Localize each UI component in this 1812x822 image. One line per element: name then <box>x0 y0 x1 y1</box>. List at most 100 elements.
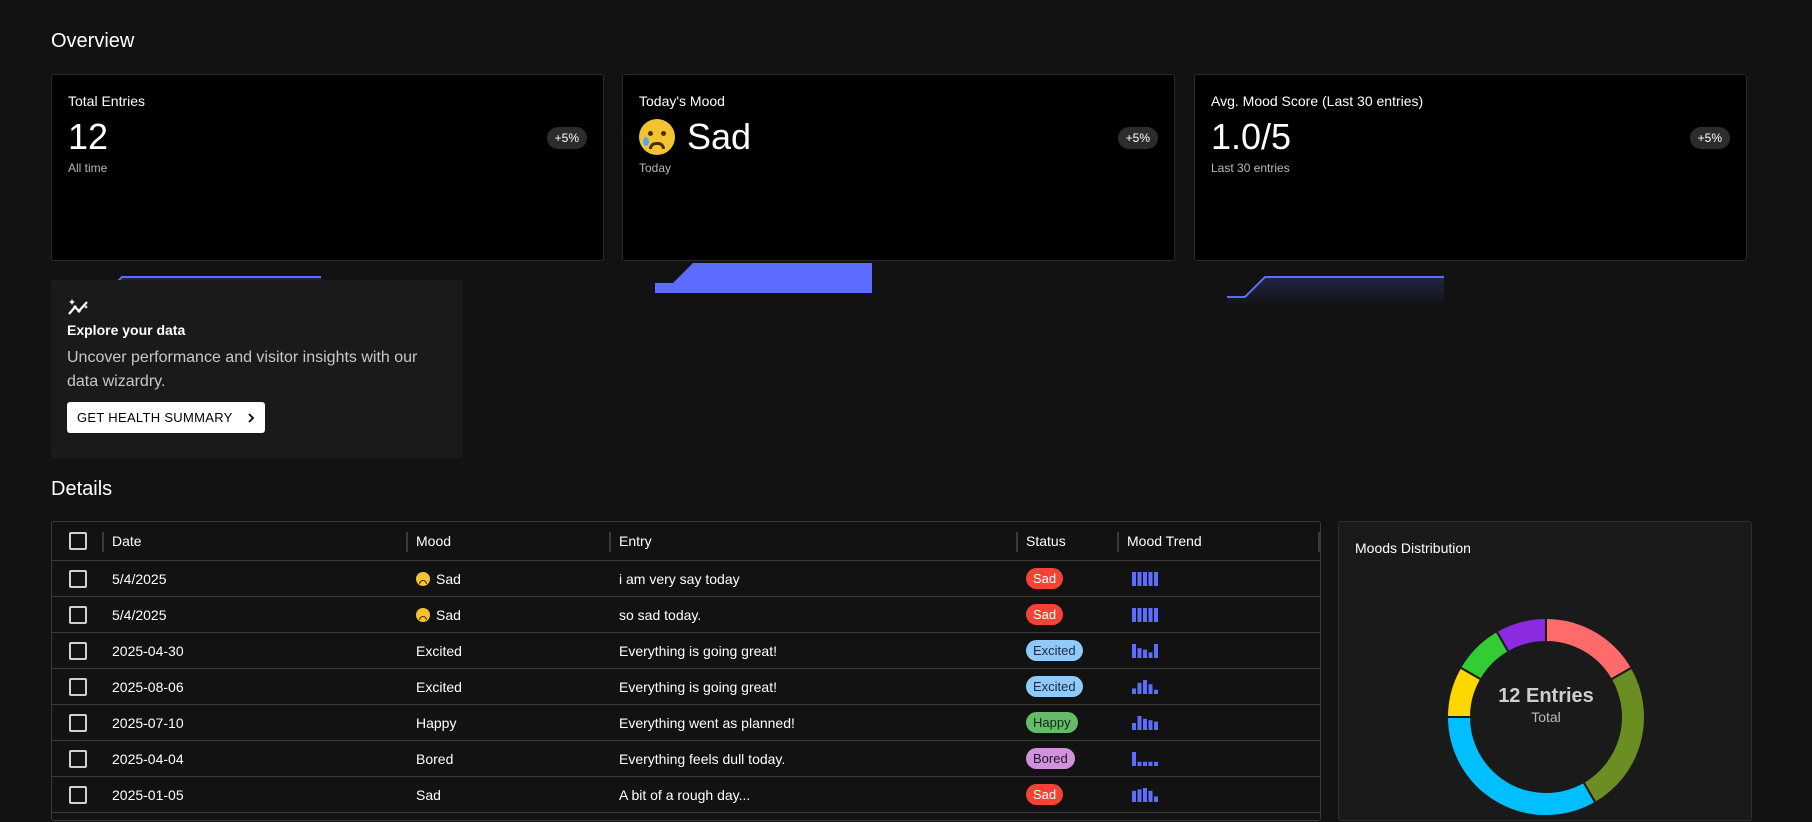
entry-cell: Everything is going great! <box>619 678 777 695</box>
mood-trend-cell <box>1132 561 1162 596</box>
mood-trend-cell <box>1132 705 1162 740</box>
trend-badge: +5% <box>1689 127 1730 149</box>
status-cell: Happy <box>1026 705 1078 740</box>
mood-trend-cell <box>1132 669 1162 704</box>
column-header-status[interactable]: Status <box>1026 522 1066 560</box>
mood-text: Sad <box>416 786 441 803</box>
mood-trend-sparkbars <box>1132 607 1158 622</box>
mood-text: Bored <box>416 750 454 767</box>
table-row[interactable]: 5/4/2025 Sad i am very say today Sad <box>52 561 1320 597</box>
donut-segment[interactable] <box>1545 616 1634 681</box>
trend-bar <box>1154 721 1158 730</box>
row-checkbox[interactable] <box>69 569 87 588</box>
row-checkbox[interactable] <box>69 677 87 696</box>
status-cell: Sad <box>1026 597 1064 632</box>
row-checkbox[interactable] <box>69 785 87 804</box>
status-badge: Happy <box>1026 712 1078 733</box>
row-checkbox[interactable] <box>69 605 87 624</box>
trend-bar <box>1137 647 1142 658</box>
mood-text: Sad <box>436 570 461 587</box>
trend-bar <box>1137 788 1142 802</box>
mood-cell: Sad <box>416 561 461 596</box>
card-subtitle: Last 30 entries <box>1211 161 1290 175</box>
table-row[interactable]: 2025-04-04 Bored Everything feels dull tod… <box>52 741 1320 777</box>
table-row[interactable]: 5/4/2025 Sad so sad today. Sad <box>52 597 1320 633</box>
mood-trend-sparkbars <box>1132 679 1158 694</box>
sparkline-chart <box>1227 276 1444 307</box>
trend-bar <box>1132 643 1136 658</box>
get-health-summary-button[interactable]: GET HEALTH SUMMARY <box>67 402 265 433</box>
trend-bar <box>1154 607 1158 622</box>
trend-badge: +5% <box>1117 127 1158 149</box>
status-badge: Sad <box>1026 604 1064 625</box>
sparkline-chart <box>655 263 872 293</box>
sad-face-icon <box>416 571 430 586</box>
trend-bar <box>1137 715 1142 730</box>
explore-description: Uncover performance and visitor insights… <box>67 349 418 390</box>
row-checkbox[interactable] <box>69 713 87 732</box>
trend-bar <box>1154 689 1158 694</box>
trend-bar <box>1154 571 1158 586</box>
card-value-text: Sad <box>687 116 752 157</box>
trend-bar <box>1148 571 1153 586</box>
table-row[interactable]: 2025-01-05 Sad A bit of a rough day... Sad <box>52 777 1320 813</box>
row-checkbox[interactable] <box>69 749 87 768</box>
mood-text: Happy <box>416 714 457 731</box>
entry-cell: i am very say today <box>619 570 740 587</box>
card-subtitle: Today <box>639 161 672 175</box>
card-title: Total Entries <box>68 93 146 109</box>
moods-distribution-card: Moods Distribution 12 Entries Total <box>1338 521 1752 821</box>
trend-bar <box>1137 761 1142 766</box>
trend-bar <box>1148 607 1153 622</box>
date-cell: 2025-08-06 <box>112 678 184 695</box>
trend-bar <box>1143 679 1147 694</box>
stat-card-total-entries: Total Entries 12 All time +5% <box>51 74 604 307</box>
trend-bar <box>1154 761 1158 766</box>
card-value-text: 1.0/5 <box>1211 116 1292 157</box>
trend-bar <box>1148 761 1153 766</box>
status-badge: Bored <box>1026 748 1075 769</box>
status-badge: Sad <box>1026 568 1064 589</box>
column-header-mood[interactable]: Mood <box>416 522 451 560</box>
column-header-entry[interactable]: Entry <box>619 522 652 560</box>
trend-bar <box>1143 571 1147 586</box>
mood-cell: Sad <box>416 597 461 632</box>
donut-segment[interactable] <box>1445 716 1597 817</box>
select-all-checkbox[interactable] <box>69 532 87 550</box>
trend-bar <box>1132 790 1136 802</box>
status-cell: Bored <box>1026 741 1075 776</box>
status-cell: Sad <box>1026 561 1064 596</box>
stat-card-avg-mood-score: Avg. Mood Score (Last 30 entries) 1.0/5 … <box>1194 74 1747 307</box>
trend-bar <box>1132 751 1136 766</box>
table-row[interactable]: 2025-08-06 Excited Everything is going gre… <box>52 669 1320 705</box>
trend-bar <box>1148 651 1153 658</box>
crying-face-icon <box>639 119 675 155</box>
mood-trend-cell <box>1132 597 1162 632</box>
mood-trend-sparkbars <box>1132 571 1158 586</box>
card-value: Sad <box>639 119 751 155</box>
table-row[interactable]: 2025-07-10 Happy Everything went as planne… <box>52 705 1320 741</box>
mood-trend-sparkbars <box>1132 787 1158 802</box>
trend-bar <box>1148 683 1153 694</box>
table-row[interactable]: 2025-04-30 Excited Everything is going gre… <box>52 633 1320 669</box>
trend-bar <box>1143 787 1147 802</box>
mood-cell: Happy <box>416 705 456 740</box>
trend-bar <box>1148 790 1153 802</box>
entry-cell: Everything is going great! <box>619 642 777 659</box>
date-cell: 2025-04-30 <box>112 642 184 659</box>
column-header-mood-trend[interactable]: Mood Trend <box>1127 522 1202 560</box>
trend-bar <box>1154 795 1158 802</box>
insights-icon <box>68 299 88 315</box>
trend-bar <box>1143 607 1147 622</box>
mood-text: Excited <box>416 678 462 695</box>
date-cell: 5/4/2025 <box>112 606 167 623</box>
card-subtitle: All time <box>68 161 108 175</box>
mood-text: Sad <box>436 606 461 623</box>
row-checkbox[interactable] <box>69 641 87 660</box>
mood-trend-cell <box>1132 741 1162 776</box>
trend-bar <box>1137 571 1142 586</box>
trend-bar <box>1143 649 1147 658</box>
details-heading: Details <box>51 478 113 500</box>
status-cell: Excited <box>1026 633 1083 668</box>
column-header-date[interactable]: Date <box>112 522 142 560</box>
